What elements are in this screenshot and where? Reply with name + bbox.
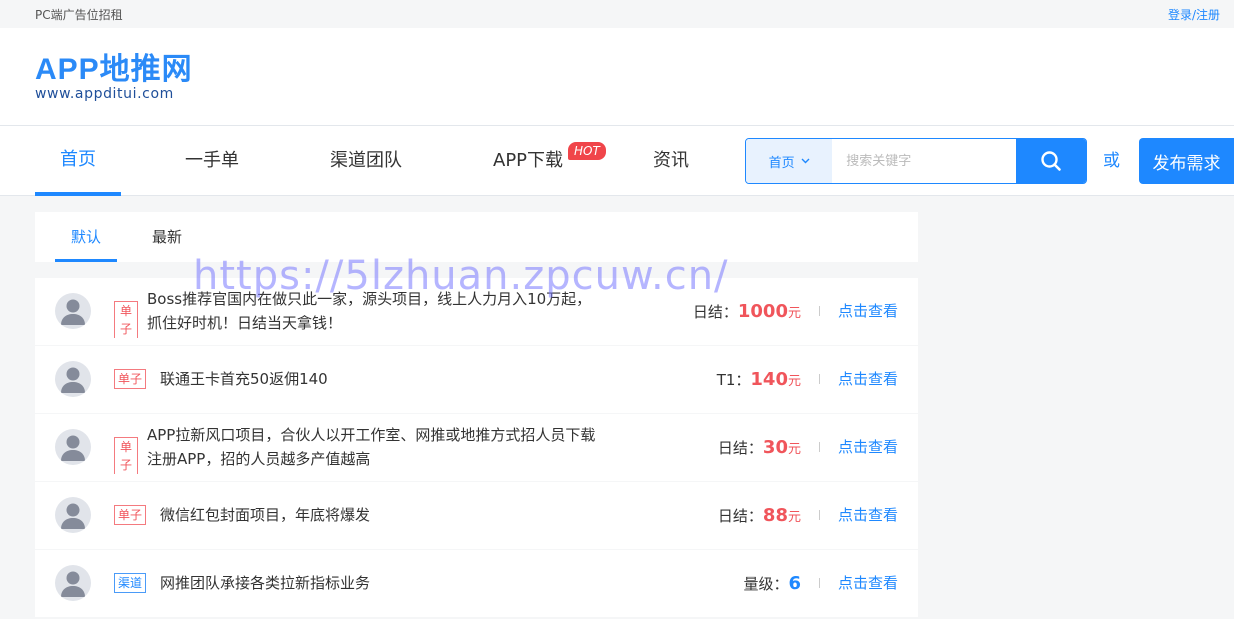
listing-list: 单子 Boss推荐官国内在做只此一家，源头项目，线上人力月入10万起，抓住好时机！… (35, 278, 918, 618)
main-nav: 首页 一手单 渠道团队 APP下载 HOT 资讯 首页 或 发布需求 (0, 125, 1234, 196)
price-value: 88 (762, 505, 788, 526)
listing-title[interactable]: 微信红包封面项目，年底将爆发 (160, 503, 370, 527)
price-unit: 元 (787, 510, 801, 525)
price-label: 日结： (692, 303, 738, 321)
view-details-link[interactable]: 点击查看 (838, 482, 898, 549)
publish-request-button[interactable]: 发布需求 (1139, 138, 1234, 184)
hot-badge: HOT (568, 142, 606, 160)
or-label: 或 (1103, 151, 1120, 171)
list-item[interactable]: 单子 Boss推荐官国内在做只此一家，源头项目，线上人力月入10万起，抓住好时机！… (35, 278, 918, 345)
search-scope-select[interactable]: 首页 (746, 139, 833, 183)
top-bar: PC端广告位招租 登录/注册 (0, 0, 1234, 28)
view-details-link[interactable]: 点击查看 (838, 550, 898, 617)
listing-title[interactable]: 联通王卡首充50返佣140 (160, 367, 328, 391)
avatar (55, 565, 91, 601)
price-label: T1： (716, 371, 751, 389)
nav-first-hand[interactable]: 一手单 (185, 126, 239, 196)
price: T1：140元 (717, 346, 801, 415)
price-unit: 元 (787, 442, 801, 457)
price-label: 日结： (717, 507, 763, 525)
price: 日结：30元 (718, 414, 801, 483)
list-item[interactable]: 渠道 网推团队承接各类拉新指标业务 量级：6 点击查看 (35, 550, 918, 617)
divider (819, 578, 820, 588)
search-input[interactable] (832, 139, 1017, 183)
price: 量级：6 (743, 550, 801, 619)
sort-tabs: 默认 最新 (35, 212, 918, 262)
price-value: 140 (750, 369, 788, 390)
divider (819, 374, 820, 384)
search-scope-value: 首页 (768, 155, 795, 171)
price-value: 1000 (737, 301, 788, 322)
search-icon (1041, 151, 1061, 171)
type-tag: 单子 (114, 369, 147, 389)
list-item[interactable]: 单子 联通王卡首充50返佣140 T1：140元 点击查看 (35, 346, 918, 413)
avatar (55, 293, 91, 329)
price-label: 量级： (743, 575, 789, 593)
view-details-link[interactable]: 点击查看 (838, 346, 898, 413)
type-tag: 渠道 (114, 573, 147, 593)
nav-app-download[interactable]: APP下载 (493, 126, 563, 196)
price-unit: 元 (787, 306, 801, 321)
header: APP地推网 www.appditui.com (0, 28, 1234, 125)
logo-url: www.appditui.com (35, 86, 174, 102)
view-details-link[interactable]: 点击查看 (838, 414, 898, 481)
price-value: 30 (762, 437, 788, 458)
avatar (55, 497, 91, 533)
nav-news[interactable]: 资讯 (653, 126, 689, 196)
logo[interactable]: APP地推网 www.appditui.com (35, 53, 1234, 103)
view-details-link[interactable]: 点击查看 (838, 278, 898, 345)
divider (819, 306, 820, 316)
divider (819, 510, 820, 520)
search-bar: 首页 (745, 138, 1087, 184)
ad-notice: PC端广告位招租 (35, 7, 123, 22)
tab-latest[interactable]: 最新 (137, 212, 197, 262)
type-tag: 单子 (114, 301, 138, 338)
price-unit: 元 (787, 374, 801, 389)
chevron-down-icon (801, 158, 810, 164)
list-item[interactable]: 单子 微信红包封面项目，年底将爆发 日结：88元 点击查看 (35, 482, 918, 549)
logo-text: APP地推网 (35, 53, 193, 86)
price: 日结：1000元 (693, 278, 801, 347)
avatar (55, 429, 91, 465)
list-item[interactable]: 单子 APP拉新风口项目，合伙人以开工作室、网推或地推方式招人员下载注册APP，招… (35, 414, 918, 481)
listing-title[interactable]: 网推团队承接各类拉新指标业务 (160, 571, 370, 595)
nav-home[interactable]: 首页 (35, 126, 121, 196)
listing-title[interactable]: APP拉新风口项目，合伙人以开工作室、网推或地推方式招人员下载注册APP，招的人… (147, 423, 597, 471)
listing-title[interactable]: Boss推荐官国内在做只此一家，源头项目，线上人力月入10万起，抓住好时机！日结… (147, 287, 597, 335)
divider (819, 442, 820, 452)
login-register-link[interactable]: 登录/注册 (1168, 6, 1220, 23)
price: 日结：88元 (718, 482, 801, 551)
price-value: 6 (788, 573, 801, 594)
tab-default[interactable]: 默认 (55, 212, 117, 262)
avatar (55, 361, 91, 397)
nav-channel-team[interactable]: 渠道团队 (330, 126, 402, 196)
search-button[interactable] (1016, 139, 1086, 183)
type-tag: 单子 (114, 437, 138, 474)
type-tag: 单子 (114, 505, 147, 525)
price-label: 日结： (717, 439, 763, 457)
